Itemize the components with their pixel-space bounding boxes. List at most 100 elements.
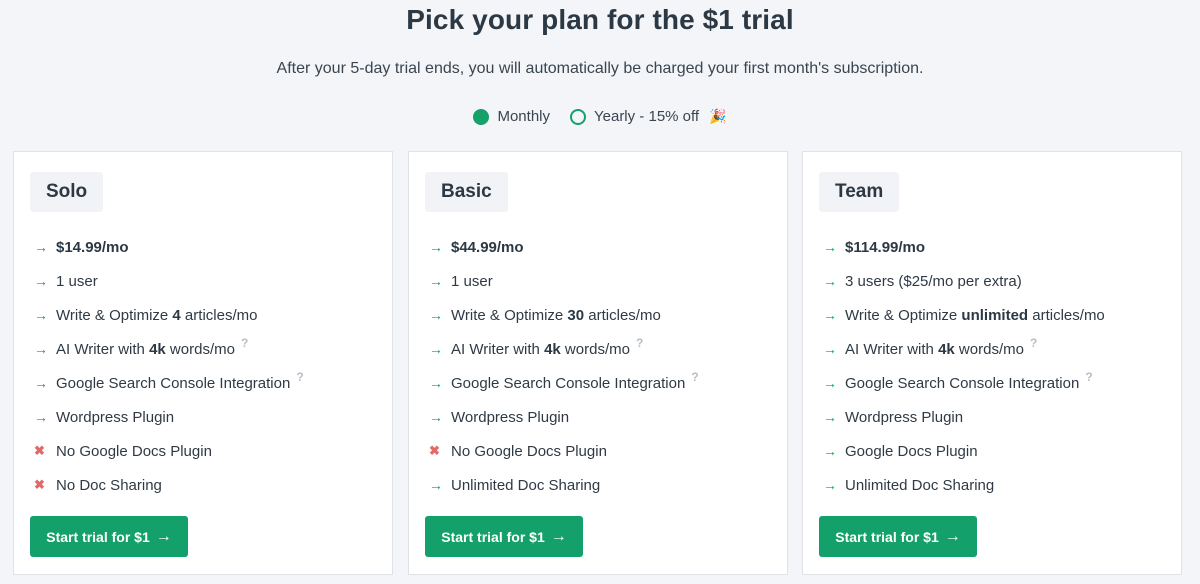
help-icon[interactable]: ? <box>691 370 698 384</box>
feature-item: → Unlimited Doc Sharing <box>429 468 699 502</box>
feature-item: → $14.99/mo <box>34 230 304 264</box>
feature-highlight: 4 <box>172 306 181 324</box>
cross-icon: ✖ <box>34 443 45 458</box>
feature-text: Unlimited Doc Sharing <box>451 476 601 494</box>
feature-item: → AI Writer with 4k words/mo? <box>34 332 304 366</box>
arrow-right-icon: → <box>823 477 837 493</box>
start-trial-button[interactable]: Start trial for $1 → <box>819 516 977 557</box>
plan-name: Team <box>819 172 900 212</box>
feature-text: Write & Optimize <box>56 306 173 324</box>
feature-highlight: 30 <box>567 306 585 324</box>
feature-text: Unlimited Doc Sharing <box>845 476 995 494</box>
start-trial-button[interactable]: Start trial for $1 → <box>425 516 583 557</box>
feature-text: Wordpress Plugin <box>845 408 964 426</box>
radio-unselected-icon[interactable] <box>570 108 586 125</box>
feature-text: articles/mo <box>1028 306 1105 324</box>
feature-item: ✖ No Google Docs Plugin <box>429 434 699 468</box>
help-icon[interactable]: ? <box>1030 336 1037 350</box>
feature-item: → 3 users ($25/mo per extra) <box>823 264 1105 298</box>
feature-text: words/mo <box>165 340 235 358</box>
feature-item: → Unlimited Doc Sharing <box>823 468 1105 502</box>
arrow-right-icon: → <box>823 273 837 289</box>
arrow-right-icon: → <box>550 527 567 545</box>
feature-text: Wordpress Plugin <box>56 408 175 426</box>
feature-text: 1 user <box>56 272 98 290</box>
party-popper-icon: 🎉 <box>709 108 727 124</box>
page-subtitle: After your 5-day trial ends, you will au… <box>276 60 924 77</box>
feature-text: 3 users ($25/mo per extra) <box>845 272 1022 290</box>
feature-text: articles/mo <box>180 306 258 324</box>
feature-text: articles/mo <box>584 306 661 324</box>
arrow-right-icon: → <box>823 443 837 459</box>
start-trial-button[interactable]: Start trial for $1 → <box>30 516 188 557</box>
feature-text: Wordpress Plugin <box>451 408 570 426</box>
arrow-right-icon: → <box>429 409 443 425</box>
feature-item: → Write & Optimize 4 articles/mo <box>34 298 304 332</box>
cross-icon: ✖ <box>34 477 45 492</box>
feature-highlight: 4k <box>938 340 955 358</box>
feature-highlight: unlimited <box>961 306 1029 324</box>
help-icon[interactable]: ? <box>296 370 303 384</box>
arrow-right-icon: → <box>429 307 443 323</box>
feature-highlight: $44.99/mo <box>451 238 524 256</box>
start-trial-label: Start trial for $1 <box>835 528 939 545</box>
feature-text: words/mo <box>954 340 1024 358</box>
feature-text: Write & Optimize <box>845 306 962 324</box>
feature-list: → $14.99/mo → 1 user → Write & Optimize 4 art… <box>34 230 304 502</box>
plan-card-basic: Basic → $44.99/mo → 1 user → Write & Optimize … <box>408 151 788 575</box>
feature-highlight: $14.99/mo <box>56 238 129 256</box>
feature-item: → Google Search Console Integration? <box>823 366 1105 400</box>
billing-option-label: Yearly - 15% off <box>594 108 700 125</box>
feature-item: → Wordpress Plugin <box>34 400 304 434</box>
feature-item: → Wordpress Plugin <box>429 400 699 434</box>
feature-text: words/mo <box>560 340 630 358</box>
arrow-right-icon: → <box>429 375 443 391</box>
feature-text: No Google Docs Plugin <box>451 442 607 460</box>
feature-item: → Write & Optimize 30 articles/mo <box>429 298 699 332</box>
feature-item: → 1 user <box>429 264 699 298</box>
plan-name: Solo <box>30 172 104 212</box>
billing-toggle: Monthly Yearly - 15% off 🎉 <box>0 108 1200 125</box>
feature-item: → $114.99/mo <box>823 230 1105 264</box>
start-trial-label: Start trial for $1 <box>46 528 150 545</box>
feature-item: → 1 user <box>34 264 304 298</box>
feature-text: AI Writer with <box>451 340 545 358</box>
billing-option-yearly[interactable]: Yearly - 15% off 🎉 <box>570 108 727 125</box>
plan-card-solo: Solo → $14.99/mo → 1 user → Write & Optimize 4… <box>13 151 393 575</box>
feature-list: → $114.99/mo → 3 users ($25/mo per extra) → W… <box>823 230 1105 502</box>
arrow-right-icon: → <box>429 477 443 493</box>
feature-text: No Google Docs Plugin <box>56 442 212 460</box>
feature-item: ✖ No Google Docs Plugin <box>34 434 304 468</box>
arrow-right-icon: → <box>823 341 837 357</box>
cross-icon: ✖ <box>429 443 440 458</box>
feature-text: AI Writer with <box>56 340 150 358</box>
feature-item: → Google Docs Plugin <box>823 434 1105 468</box>
feature-text: Google Search Console Integration <box>56 374 291 392</box>
start-trial-label: Start trial for $1 <box>441 528 545 545</box>
feature-item: → $44.99/mo <box>429 230 699 264</box>
feature-text: Google Docs Plugin <box>845 442 978 460</box>
feature-text: AI Writer with <box>845 340 939 358</box>
help-icon[interactable]: ? <box>1085 370 1092 384</box>
billing-option-label: Monthly <box>497 108 550 125</box>
arrow-right-icon: → <box>429 341 443 357</box>
feature-item: → AI Writer with 4k words/mo? <box>823 332 1105 366</box>
feature-item: ✖ No Doc Sharing <box>34 468 304 502</box>
feature-highlight: $114.99/mo <box>845 238 926 256</box>
radio-selected-icon[interactable] <box>473 108 490 125</box>
arrow-right-icon: → <box>34 375 48 391</box>
arrow-right-icon: → <box>34 273 48 289</box>
help-icon[interactable]: ? <box>636 336 643 350</box>
arrow-right-icon: → <box>34 307 48 323</box>
arrow-right-icon: → <box>429 239 443 255</box>
plan-card-team: Team → $114.99/mo → 3 users ($25/mo per extr… <box>802 151 1182 575</box>
feature-text: No Doc Sharing <box>56 476 162 494</box>
billing-option-monthly[interactable]: Monthly <box>473 108 550 125</box>
arrow-right-icon: → <box>429 273 443 289</box>
feature-item: → Write & Optimize unlimited articles/mo <box>823 298 1105 332</box>
help-icon[interactable]: ? <box>241 336 248 350</box>
feature-text: Write & Optimize <box>451 306 568 324</box>
arrow-right-icon: → <box>823 409 837 425</box>
plan-name: Basic <box>425 172 508 212</box>
arrow-right-icon: → <box>823 239 837 255</box>
